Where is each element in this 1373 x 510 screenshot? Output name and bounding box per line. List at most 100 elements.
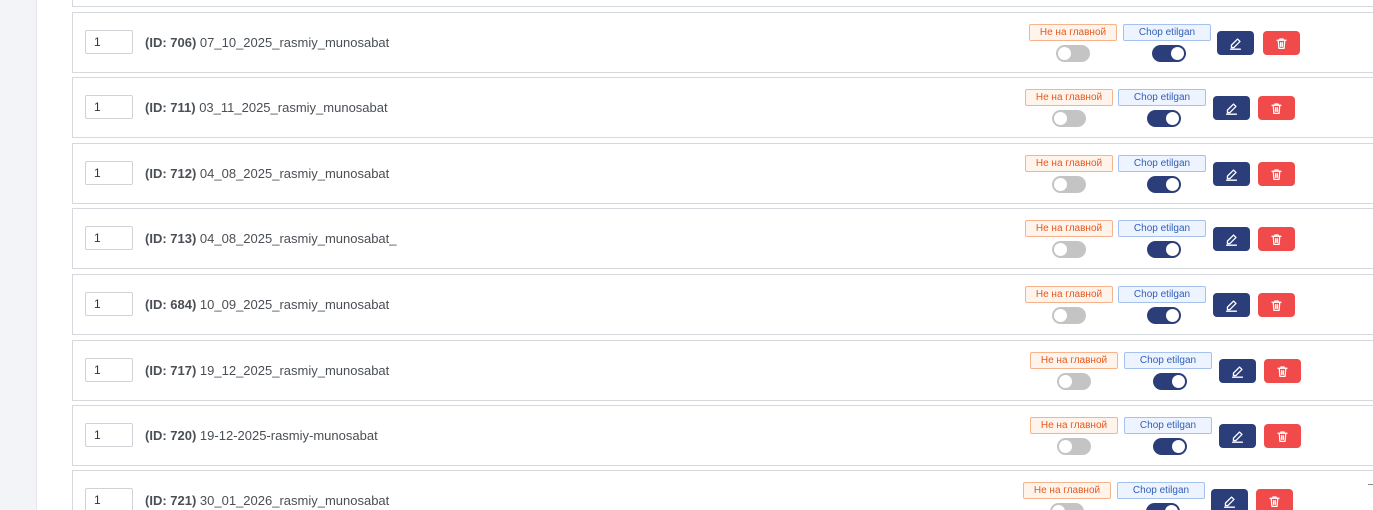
delete-button[interactable] <box>1258 293 1295 317</box>
published-status-badge: Chop etilgan <box>1124 352 1212 369</box>
published-toggle[interactable] <box>1147 307 1181 324</box>
order-input[interactable] <box>85 488 133 510</box>
published-status-badge: Chop etilgan <box>1123 24 1211 41</box>
published-toggle[interactable] <box>1147 241 1181 258</box>
sidebar-edge <box>0 0 37 510</box>
edit-button[interactable] <box>1211 489 1248 510</box>
main-page-toggle[interactable] <box>1052 110 1086 127</box>
order-input[interactable] <box>85 423 133 447</box>
list-item: (ID: 684) 10_09_2025_rasmiy_munosabat Не … <box>72 274 1373 335</box>
item-title: (ID: 706) 07_10_2025_rasmiy_munosabat <box>145 35 389 50</box>
pencil-icon <box>1223 495 1236 508</box>
item-id: (ID: 721) <box>145 493 197 508</box>
list-item: (ID: 711) 03_11_2025_rasmiy_munosabat Не … <box>72 77 1373 138</box>
trash-icon <box>1276 430 1289 443</box>
trash-icon <box>1270 299 1283 312</box>
main-page-status-badge: Не на главной <box>1025 155 1113 172</box>
list-item: (ID: 717) 19_12_2025_rasmiy_munosabat Не … <box>72 340 1373 401</box>
main-page-status-badge: Не на главной <box>1025 286 1113 303</box>
main-page-status-badge: Не на главной <box>1023 482 1111 499</box>
item-id: (ID: 712) <box>145 166 197 181</box>
published-toggle[interactable] <box>1147 110 1181 127</box>
item-name: 07_10_2025_rasmiy_munosabat <box>199 35 390 50</box>
trash-icon <box>1270 233 1283 246</box>
order-input[interactable] <box>85 30 133 54</box>
delete-button[interactable] <box>1258 96 1295 120</box>
main-page-toggle[interactable] <box>1052 176 1086 193</box>
item-id: (ID: 713) <box>145 231 197 246</box>
main-page-toggle[interactable] <box>1050 503 1084 510</box>
main-page-toggle[interactable] <box>1057 438 1091 455</box>
trash-icon <box>1270 168 1283 181</box>
toggle-knob <box>1058 47 1071 60</box>
delete-button[interactable] <box>1258 227 1295 251</box>
item-name: 04_08_2025_rasmiy_munosabat_ <box>199 231 397 246</box>
edit-button[interactable] <box>1213 96 1250 120</box>
edit-button[interactable] <box>1217 31 1254 55</box>
list-item: (ID: 713) 04_08_2025_rasmiy_munosabat_ Не… <box>72 208 1373 269</box>
pencil-icon <box>1229 37 1242 50</box>
main-page-toggle[interactable] <box>1057 373 1091 390</box>
list-item: (ID: 721) 30_01_2026_rasmiy_munosabat Не … <box>72 470 1373 510</box>
item-name: 19_12_2025_rasmiy_munosabat <box>199 363 390 378</box>
main-page-status-badge: Не на главной <box>1030 352 1118 369</box>
published-toggle[interactable] <box>1152 45 1186 62</box>
published-toggle[interactable] <box>1153 373 1187 390</box>
item-id: (ID: 706) <box>145 35 197 50</box>
item-name: 30_01_2026_rasmiy_munosabat <box>199 493 390 508</box>
item-title: (ID: 711) 03_11_2025_rasmiy_munosabat <box>145 100 388 115</box>
order-input[interactable] <box>85 358 133 382</box>
toggle-knob <box>1166 112 1179 125</box>
published-toggle[interactable] <box>1147 176 1181 193</box>
main-page-status-badge: Не на главной <box>1030 417 1118 434</box>
published-status-badge: Chop etilgan <box>1118 220 1206 237</box>
item-title: (ID: 712) 04_08_2025_rasmiy_munosabat <box>145 166 389 181</box>
toggle-knob <box>1059 440 1072 453</box>
delete-button[interactable] <box>1264 424 1301 448</box>
pencil-icon <box>1225 233 1238 246</box>
delete-button[interactable] <box>1263 31 1300 55</box>
published-toggle[interactable] <box>1146 503 1180 510</box>
list-item: (ID: 712) 04_08_2025_rasmiy_munosabat Не … <box>72 143 1373 204</box>
main-page-toggle[interactable] <box>1052 307 1086 324</box>
order-input[interactable] <box>85 292 133 316</box>
delete-button[interactable] <box>1258 162 1295 186</box>
trash-icon <box>1270 102 1283 115</box>
delete-button[interactable] <box>1256 489 1293 510</box>
item-title: (ID: 721) 30_01_2026_rasmiy_munosabat <box>145 493 389 508</box>
toggle-knob <box>1166 178 1179 191</box>
edit-button[interactable] <box>1219 359 1256 383</box>
item-id: (ID: 711) <box>145 100 196 115</box>
delete-button[interactable] <box>1264 359 1301 383</box>
item-title: (ID: 713) 04_08_2025_rasmiy_munosabat_ <box>145 231 397 246</box>
edit-button[interactable] <box>1219 424 1256 448</box>
toggle-knob <box>1054 112 1067 125</box>
edit-button[interactable] <box>1213 162 1250 186</box>
toggle-knob <box>1052 505 1065 510</box>
order-input[interactable] <box>85 161 133 185</box>
toggle-knob <box>1166 243 1179 256</box>
toggle-knob <box>1166 309 1179 322</box>
toggle-knob <box>1054 178 1067 191</box>
item-title: (ID: 717) 19_12_2025_rasmiy_munosabat <box>145 363 389 378</box>
pencil-icon <box>1231 365 1244 378</box>
published-toggle[interactable] <box>1153 438 1187 455</box>
published-status-badge: Chop etilgan <box>1124 417 1212 434</box>
main-page-toggle[interactable] <box>1052 241 1086 258</box>
edit-button[interactable] <box>1213 227 1250 251</box>
trash-icon <box>1276 365 1289 378</box>
toggle-knob <box>1172 440 1185 453</box>
order-input[interactable] <box>85 95 133 119</box>
pencil-icon <box>1231 430 1244 443</box>
toggle-knob <box>1054 243 1067 256</box>
list-item: (ID: 706) 07_10_2025_rasmiy_munosabat Не … <box>72 12 1373 73</box>
main-page-toggle[interactable] <box>1056 45 1090 62</box>
main-page-status-badge: Не на главной <box>1025 89 1113 106</box>
toggle-knob <box>1172 375 1185 388</box>
pencil-icon <box>1225 102 1238 115</box>
edit-button[interactable] <box>1213 293 1250 317</box>
order-input[interactable] <box>85 226 133 250</box>
item-id: (ID: 684) <box>145 297 197 312</box>
trash-icon <box>1268 495 1281 508</box>
list-item: (ID: 720) 19-12-2025-rasmiy-munosabat Не … <box>72 405 1373 466</box>
